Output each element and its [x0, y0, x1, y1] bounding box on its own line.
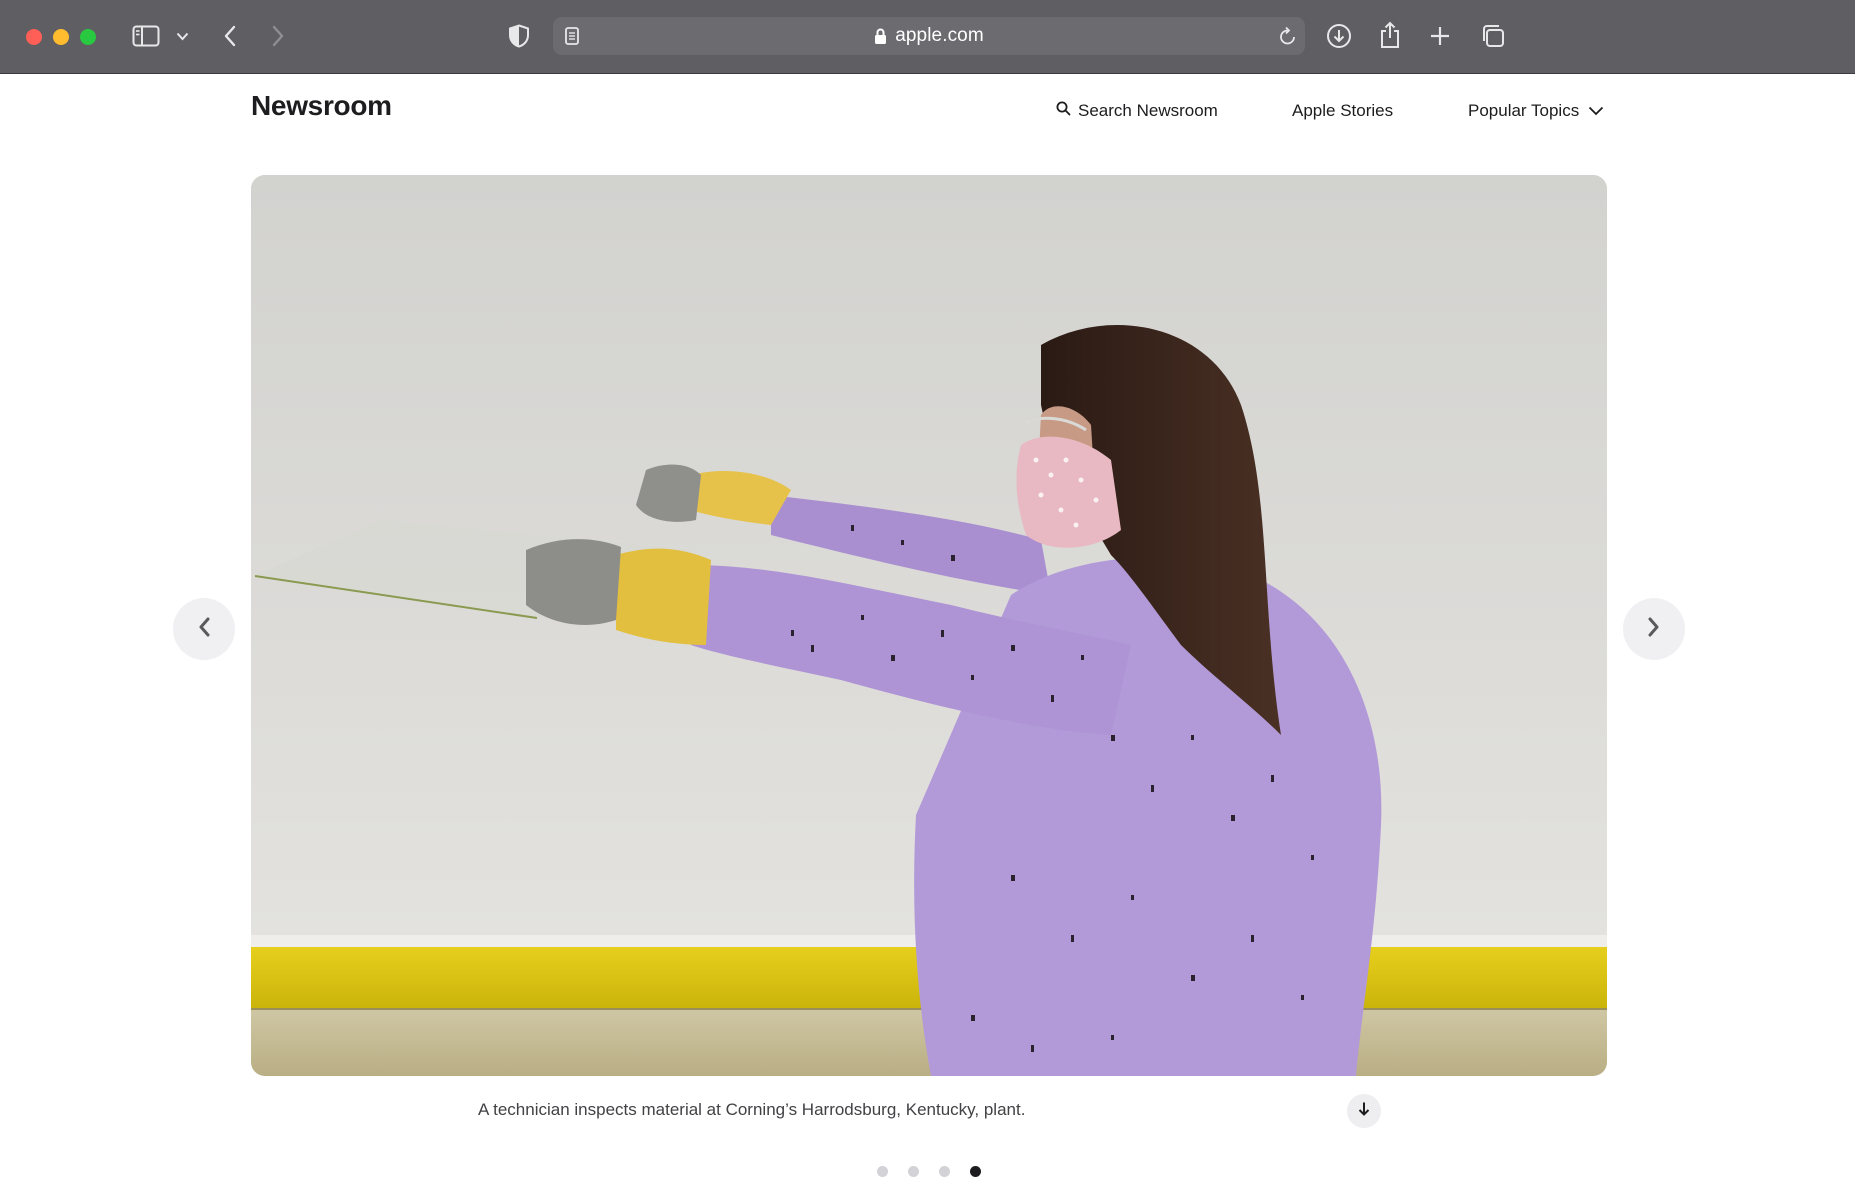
reader-icon[interactable]	[563, 26, 581, 46]
gallery-dot-1[interactable]	[877, 1166, 888, 1177]
search-newsroom-link[interactable]: Search Newsroom	[1056, 101, 1218, 121]
reload-icon[interactable]	[1278, 25, 1298, 47]
chevron-down-icon	[1579, 101, 1604, 121]
gallery-pagination	[877, 1166, 981, 1177]
arrow-right-icon	[1647, 616, 1661, 643]
close-window-button[interactable]	[26, 29, 42, 45]
browser-toolbar: apple.com	[0, 0, 1855, 74]
arrow-down-icon	[1357, 1101, 1371, 1122]
gallery-previous-button[interactable]	[173, 598, 235, 660]
forward-icon[interactable]	[268, 22, 288, 50]
gallery-dot-3[interactable]	[939, 1166, 950, 1177]
newsroom-logo[interactable]: Newsroom	[251, 90, 392, 122]
image-caption: A technician inspects material at Cornin…	[478, 1100, 1026, 1119]
address-bar[interactable]: apple.com	[553, 17, 1305, 55]
shield-icon[interactable]	[507, 23, 531, 49]
search-newsroom-label: Search Newsroom	[1078, 101, 1218, 120]
download-icon[interactable]	[1325, 22, 1353, 50]
gallery-dot-4[interactable]	[970, 1166, 981, 1177]
popular-topics-menu[interactable]: Popular Topics	[1468, 101, 1604, 121]
back-icon[interactable]	[220, 22, 240, 50]
download-image-button[interactable]	[1347, 1094, 1381, 1128]
apple-stories-link[interactable]: Apple Stories	[1292, 101, 1393, 121]
gallery-image	[251, 175, 1607, 1076]
sidebar-icon[interactable]	[131, 23, 161, 49]
share-icon[interactable]	[1377, 20, 1403, 50]
chevron-down-icon[interactable]	[174, 28, 190, 44]
popular-topics-label: Popular Topics	[1468, 101, 1580, 120]
lock-icon	[874, 28, 887, 45]
gallery-dot-2[interactable]	[908, 1166, 919, 1177]
arrow-left-icon	[197, 616, 211, 643]
minimize-window-button[interactable]	[53, 29, 69, 45]
search-icon	[1056, 101, 1078, 121]
plus-icon[interactable]	[1428, 24, 1452, 48]
gallery-next-button[interactable]	[1623, 598, 1685, 660]
zoom-window-button[interactable]	[80, 29, 96, 45]
url-text: apple.com	[895, 25, 984, 46]
tabs-icon[interactable]	[1479, 22, 1507, 50]
